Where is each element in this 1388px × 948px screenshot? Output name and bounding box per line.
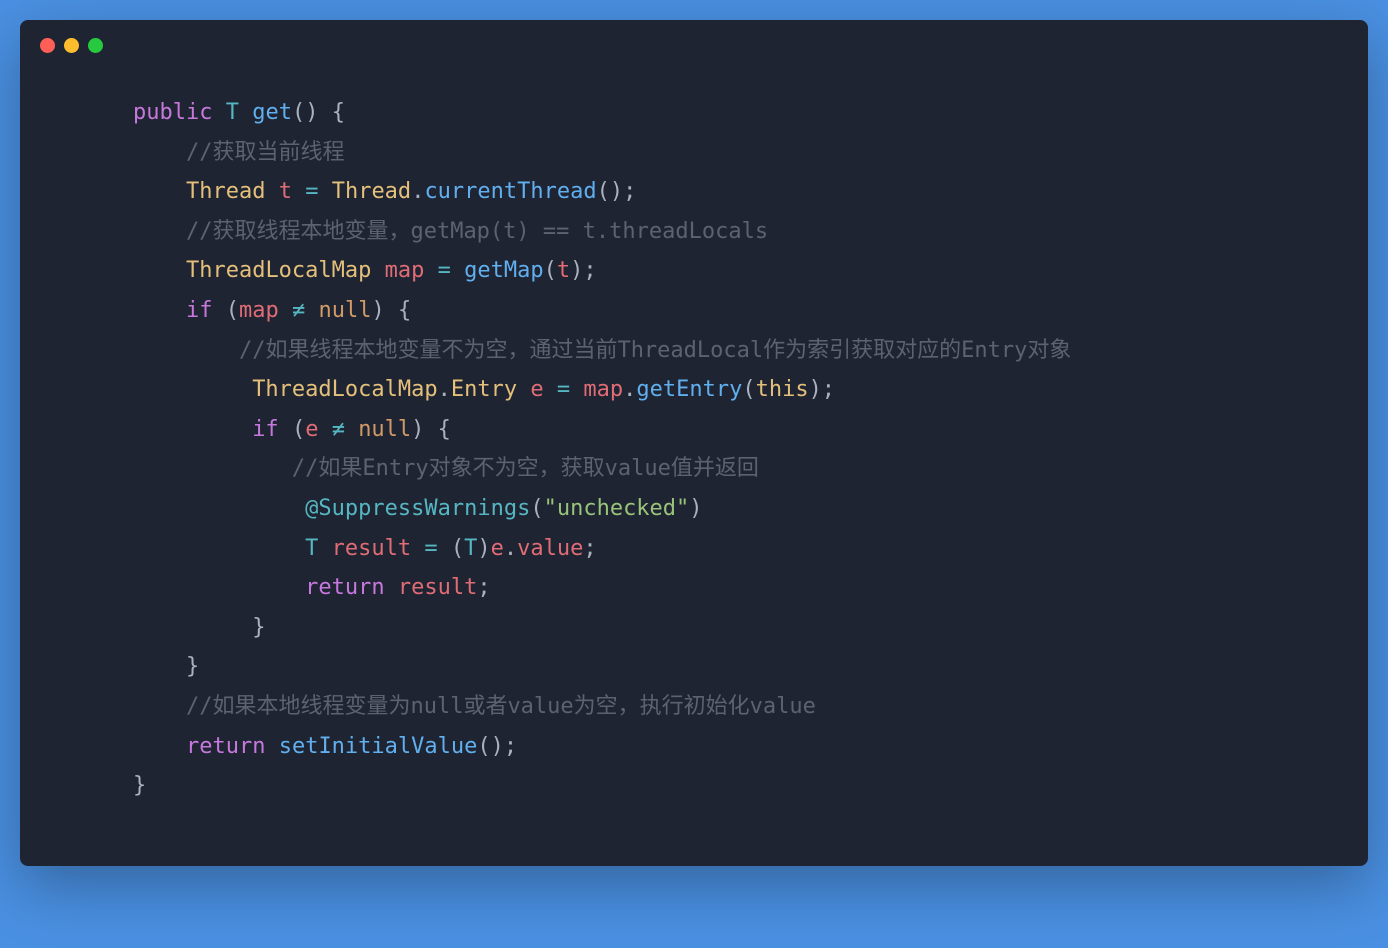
code-line: public T get() {	[80, 93, 1308, 133]
code-line: }	[80, 647, 1308, 687]
code-line: return result;	[80, 568, 1308, 608]
code-window: public T get() { //获取当前线程 Thread t = Thr…	[20, 20, 1368, 866]
code-line: Thread t = Thread.currentThread();	[80, 172, 1308, 212]
code-line: if (map ≠ null) {	[80, 291, 1308, 331]
code-line: return setInitialValue();	[80, 727, 1308, 767]
code-line: }	[80, 766, 1308, 806]
code-line: //如果本地线程变量为null或者value为空，执行初始化value	[80, 687, 1308, 727]
code-line: T result = (T)e.value;	[80, 529, 1308, 569]
code-line: //获取线程本地变量，getMap(t) == t.threadLocals	[80, 212, 1308, 252]
code-line: ThreadLocalMap.Entry e = map.getEntry(th…	[80, 370, 1308, 410]
code-line: //获取当前线程	[80, 133, 1308, 173]
code-line: //如果线程本地变量不为空，通过当前ThreadLocal作为索引获取对应的En…	[80, 331, 1308, 371]
code-line: @SuppressWarnings("unchecked")	[80, 489, 1308, 529]
code-line: }	[80, 608, 1308, 648]
minimize-icon[interactable]	[64, 38, 79, 53]
close-icon[interactable]	[40, 38, 55, 53]
maximize-icon[interactable]	[88, 38, 103, 53]
code-line: //如果Entry对象不为空，获取value值并返回	[80, 449, 1308, 489]
code-line: if (e ≠ null) {	[80, 410, 1308, 450]
window-titlebar	[20, 20, 1368, 63]
code-editor[interactable]: public T get() { //获取当前线程 Thread t = Thr…	[20, 63, 1368, 866]
code-line: ThreadLocalMap map = getMap(t);	[80, 251, 1308, 291]
